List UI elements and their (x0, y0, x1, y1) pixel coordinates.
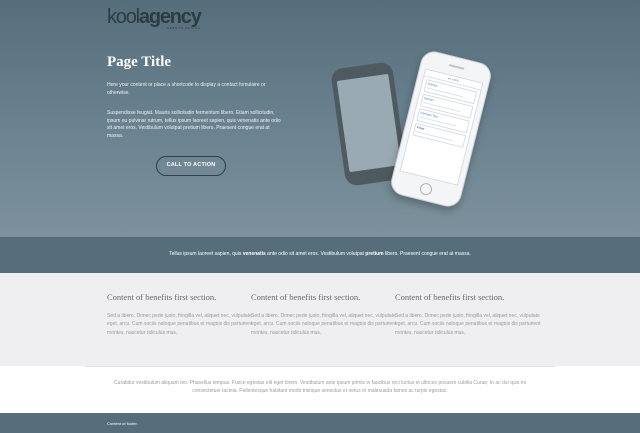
hero-body: Suspendisse feugiat. Mauris sollicitudin… (107, 110, 281, 139)
benefit-text: Sed a libero. Donec pede justo, fringill… (395, 313, 541, 336)
hero-section: koolagency WEBSITE DESIGN Page Title Her… (0, 0, 640, 237)
hero-intro: Here your content or place a shortcode t… (107, 82, 266, 96)
phone-mockup-image: MY APPS Interact Interact Interface Tool… (320, 40, 494, 240)
footer-text: Content of footer. (107, 421, 138, 426)
home-button-icon (418, 181, 434, 197)
benefit-title: Content of benefits first section. (251, 292, 361, 302)
benefit-text: Sed a libero. Donec pede justo, fringill… (107, 313, 253, 336)
divider (85, 366, 555, 367)
footer: Content of footer. (0, 413, 640, 433)
logo-light: kool (107, 6, 140, 28)
benefit-text: Sed a libero. Donec pede justo, fringill… (251, 313, 397, 336)
bottom-text: Curabitur vestibulum aliquam leo. Phasel… (114, 380, 526, 394)
benefit-title: Content of benefits first section. (107, 292, 217, 302)
phone-screen: MY APPS Interact Interact Interface Tool… (399, 68, 484, 186)
benefits-section: Content of benefits first section. Sed a… (0, 273, 640, 366)
highlight-band: Tellus ipsum laoreet sapien, quis venena… (0, 237, 640, 273)
page-title: Page Title (107, 54, 172, 70)
logo-wordmark: koolagency (107, 6, 202, 28)
logo-bold: agency (138, 6, 202, 28)
benefit-column: Content of benefits first section. Sed a… (107, 292, 253, 337)
phone-front: MY APPS Interact Interact Interface Tool… (388, 48, 494, 210)
call-to-action-button[interactable]: CALL TO ACTION (156, 156, 226, 176)
logo[interactable]: koolagency WEBSITE DESIGN (107, 6, 202, 30)
benefit-column: Content of benefits first section. Sed a… (395, 292, 541, 337)
band-text: Tellus ipsum laoreet sapien, quis venena… (169, 251, 471, 257)
benefit-title: Content of benefits first section. (395, 292, 505, 302)
benefit-column: Content of benefits first section. Sed a… (251, 292, 397, 337)
